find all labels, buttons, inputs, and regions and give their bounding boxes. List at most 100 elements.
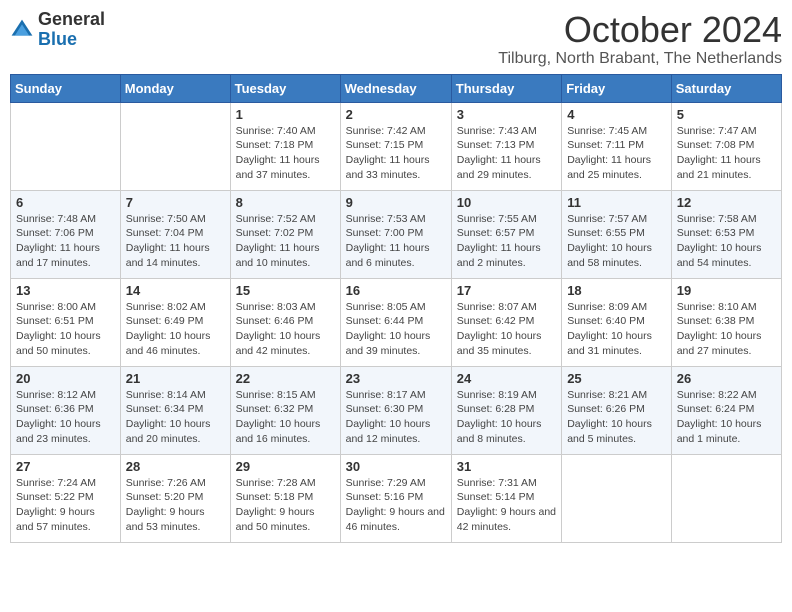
day-number: 11 xyxy=(567,195,666,210)
calendar-cell: 29 Sunrise: 7:28 AM Sunset: 5:18 PM Dayli… xyxy=(230,454,340,542)
calendar-cell: 17 Sunrise: 8:07 AM Sunset: 6:42 PM Dayli… xyxy=(451,278,561,366)
calendar-cell: 11 Sunrise: 7:57 AM Sunset: 6:55 PM Dayli… xyxy=(562,190,672,278)
logo-blue-text: Blue xyxy=(38,29,77,49)
calendar-cell: 27 Sunrise: 7:24 AM Sunset: 5:22 PM Dayli… xyxy=(11,454,121,542)
week-row-3: 20Sunrise: 8:12 AM Sunset: 6:36 PM Dayli… xyxy=(11,366,782,454)
header-day-wednesday: Wednesday xyxy=(340,74,451,102)
day-info: Sunrise: 8:03 AM Sunset: 6:46 PM Dayligh… xyxy=(236,300,335,359)
day-number: 22 xyxy=(236,371,335,386)
day-number: 18 xyxy=(567,283,666,298)
day-number: 9 xyxy=(346,195,446,210)
day-info: Sunrise: 8:17 AM Sunset: 6:30 PM Dayligh… xyxy=(346,388,446,447)
day-number: 25 xyxy=(567,371,666,386)
calendar-cell: 24 Sunrise: 8:19 AM Sunset: 6:28 PM Dayli… xyxy=(451,366,561,454)
header-day-friday: Friday xyxy=(562,74,672,102)
calendar-cell xyxy=(671,454,781,542)
day-info: Sunrise: 7:42 AM Sunset: 7:15 PM Dayligh… xyxy=(346,124,446,183)
day-number: 14 xyxy=(126,283,225,298)
day-info: Sunrise: 7:58 AM Sunset: 6:53 PM Dayligh… xyxy=(677,212,776,271)
day-number: 1 xyxy=(236,107,335,122)
day-number: 17 xyxy=(457,283,556,298)
calendar-cell: 22Sunrise: 8:15 AM Sunset: 6:32 PM Dayli… xyxy=(230,366,340,454)
calendar-cell: 12 Sunrise: 7:58 AM Sunset: 6:53 PM Dayli… xyxy=(671,190,781,278)
day-info: Sunrise: 7:55 AM Sunset: 6:57 PM Dayligh… xyxy=(457,212,556,271)
logo: General Blue xyxy=(10,10,105,50)
day-info: Sunrise: 8:09 AM Sunset: 6:40 PM Dayligh… xyxy=(567,300,666,359)
calendar-cell: 18 Sunrise: 8:09 AM Sunset: 6:40 PM Dayli… xyxy=(562,278,672,366)
calendar-cell: 25 Sunrise: 8:21 AM Sunset: 6:26 PM Dayli… xyxy=(562,366,672,454)
week-row-2: 13 Sunrise: 8:00 AM Sunset: 6:51 PM Dayli… xyxy=(11,278,782,366)
week-row-0: 1 Sunrise: 7:40 AM Sunset: 7:18 PM Daylig… xyxy=(11,102,782,190)
day-info: Sunrise: 8:05 AM Sunset: 6:44 PM Dayligh… xyxy=(346,300,446,359)
day-info: Sunrise: 8:00 AM Sunset: 6:51 PM Dayligh… xyxy=(16,300,115,359)
calendar-cell: 4 Sunrise: 7:45 AM Sunset: 7:11 PM Daylig… xyxy=(562,102,672,190)
day-number: 30 xyxy=(346,459,446,474)
day-info: Sunrise: 7:47 AM Sunset: 7:08 PM Dayligh… xyxy=(677,124,776,183)
day-info: Sunrise: 8:19 AM Sunset: 6:28 PM Dayligh… xyxy=(457,388,556,447)
calendar-cell: 28 Sunrise: 7:26 AM Sunset: 5:20 PM Dayli… xyxy=(120,454,230,542)
week-row-4: 27 Sunrise: 7:24 AM Sunset: 5:22 PM Dayli… xyxy=(11,454,782,542)
calendar-table: SundayMondayTuesdayWednesdayThursdayFrid… xyxy=(10,74,782,543)
day-info: Sunrise: 7:26 AM Sunset: 5:20 PM Dayligh… xyxy=(126,476,225,535)
day-info: Sunrise: 7:48 AM Sunset: 7:06 PM Dayligh… xyxy=(16,212,115,271)
calendar-cell: 19Sunrise: 8:10 AM Sunset: 6:38 PM Dayli… xyxy=(671,278,781,366)
day-number: 6 xyxy=(16,195,115,210)
calendar-cell: 13 Sunrise: 8:00 AM Sunset: 6:51 PM Dayli… xyxy=(11,278,121,366)
day-number: 21 xyxy=(126,371,225,386)
header-day-thursday: Thursday xyxy=(451,74,561,102)
day-number: 7 xyxy=(126,195,225,210)
calendar-cell: 1 Sunrise: 7:40 AM Sunset: 7:18 PM Daylig… xyxy=(230,102,340,190)
day-info: Sunrise: 7:52 AM Sunset: 7:02 PM Dayligh… xyxy=(236,212,335,271)
day-info: Sunrise: 8:22 AM Sunset: 6:24 PM Dayligh… xyxy=(677,388,776,447)
header-day-sunday: Sunday xyxy=(11,74,121,102)
calendar-cell: 6 Sunrise: 7:48 AM Sunset: 7:06 PM Daylig… xyxy=(11,190,121,278)
title-block: October 2024 Tilburg, North Brabant, The… xyxy=(498,10,782,68)
calendar-body: 1 Sunrise: 7:40 AM Sunset: 7:18 PM Daylig… xyxy=(11,102,782,542)
day-number: 10 xyxy=(457,195,556,210)
day-info: Sunrise: 7:28 AM Sunset: 5:18 PM Dayligh… xyxy=(236,476,335,535)
calendar-cell xyxy=(120,102,230,190)
day-number: 15 xyxy=(236,283,335,298)
calendar-cell: 9 Sunrise: 7:53 AM Sunset: 7:00 PM Daylig… xyxy=(340,190,451,278)
day-info: Sunrise: 7:24 AM Sunset: 5:22 PM Dayligh… xyxy=(16,476,115,535)
calendar-cell: 26 Sunrise: 8:22 AM Sunset: 6:24 PM Dayli… xyxy=(671,366,781,454)
day-number: 5 xyxy=(677,107,776,122)
day-number: 13 xyxy=(16,283,115,298)
day-number: 28 xyxy=(126,459,225,474)
header-day-saturday: Saturday xyxy=(671,74,781,102)
day-number: 24 xyxy=(457,371,556,386)
day-info: Sunrise: 7:45 AM Sunset: 7:11 PM Dayligh… xyxy=(567,124,666,183)
day-number: 2 xyxy=(346,107,446,122)
calendar-cell: 10 Sunrise: 7:55 AM Sunset: 6:57 PM Dayli… xyxy=(451,190,561,278)
calendar-cell: 2 Sunrise: 7:42 AM Sunset: 7:15 PM Daylig… xyxy=(340,102,451,190)
day-info: Sunrise: 7:40 AM Sunset: 7:18 PM Dayligh… xyxy=(236,124,335,183)
calendar-cell: 31Sunrise: 7:31 AM Sunset: 5:14 PM Dayli… xyxy=(451,454,561,542)
day-info: Sunrise: 7:53 AM Sunset: 7:00 PM Dayligh… xyxy=(346,212,446,271)
header-row: SundayMondayTuesdayWednesdayThursdayFrid… xyxy=(11,74,782,102)
calendar-cell: 15 Sunrise: 8:03 AM Sunset: 6:46 PM Dayli… xyxy=(230,278,340,366)
day-info: Sunrise: 8:02 AM Sunset: 6:49 PM Dayligh… xyxy=(126,300,225,359)
calendar-cell: 30 Sunrise: 7:29 AM Sunset: 5:16 PM Dayli… xyxy=(340,454,451,542)
day-info: Sunrise: 8:14 AM Sunset: 6:34 PM Dayligh… xyxy=(126,388,225,447)
day-info: Sunrise: 7:57 AM Sunset: 6:55 PM Dayligh… xyxy=(567,212,666,271)
day-info: Sunrise: 8:07 AM Sunset: 6:42 PM Dayligh… xyxy=(457,300,556,359)
day-number: 27 xyxy=(16,459,115,474)
logo-text: General Blue xyxy=(38,10,105,50)
logo-icon xyxy=(10,18,34,42)
day-info: Sunrise: 8:12 AM Sunset: 6:36 PM Dayligh… xyxy=(16,388,115,447)
day-info: Sunrise: 7:29 AM Sunset: 5:16 PM Dayligh… xyxy=(346,476,446,535)
day-number: 26 xyxy=(677,371,776,386)
calendar-cell: 21 Sunrise: 8:14 AM Sunset: 6:34 PM Dayli… xyxy=(120,366,230,454)
header-day-tuesday: Tuesday xyxy=(230,74,340,102)
day-number: 12 xyxy=(677,195,776,210)
calendar-cell: 7 Sunrise: 7:50 AM Sunset: 7:04 PM Daylig… xyxy=(120,190,230,278)
day-info: Sunrise: 8:21 AM Sunset: 6:26 PM Dayligh… xyxy=(567,388,666,447)
logo-general-text: General xyxy=(38,9,105,29)
day-number: 29 xyxy=(236,459,335,474)
day-number: 3 xyxy=(457,107,556,122)
calendar-cell: 5 Sunrise: 7:47 AM Sunset: 7:08 PM Daylig… xyxy=(671,102,781,190)
page-header: General Blue October 2024 Tilburg, North… xyxy=(10,10,782,68)
day-info: Sunrise: 7:50 AM Sunset: 7:04 PM Dayligh… xyxy=(126,212,225,271)
day-number: 4 xyxy=(567,107,666,122)
location: Tilburg, North Brabant, The Netherlands xyxy=(498,50,782,68)
